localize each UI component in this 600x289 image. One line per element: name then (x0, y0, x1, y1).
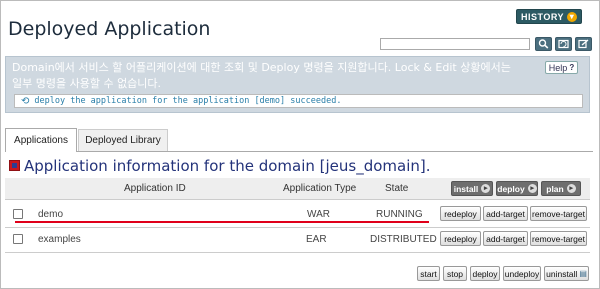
header-application-id: Application ID (124, 183, 186, 194)
help-label: Help (548, 62, 568, 73)
help-button[interactable]: Help ? (545, 61, 578, 74)
search-icon[interactable] (535, 37, 552, 51)
remove-target-button[interactable]: remove-target (530, 206, 587, 221)
highlight-underline (15, 221, 429, 223)
add-target-button[interactable]: add-target (483, 231, 528, 246)
header-state: State (385, 183, 409, 194)
row-divider (5, 199, 590, 200)
row-divider (5, 227, 590, 228)
plan-button[interactable]: plan ▸ (541, 181, 581, 196)
redeploy-button[interactable]: redeploy (440, 206, 481, 221)
page-title: Deployed Application (8, 18, 211, 40)
app-id-cell[interactable]: demo (38, 209, 63, 220)
plan-label: plan (546, 183, 564, 194)
tab-divider (5, 151, 593, 152)
status-message: deploy the application for the applicati… (34, 96, 342, 106)
deploy-header-label: deploy (497, 183, 525, 194)
info-text: Domain에서 서비스 할 어플리케이션에 대한 조회 및 Deploy 명령… (12, 61, 511, 90)
section-flag-icon (9, 160, 20, 171)
refresh-icon[interactable] (555, 37, 572, 51)
tab-deployed-library[interactable]: Deployed Library (78, 129, 168, 151)
row-checkbox-examples[interactable] (13, 234, 23, 244)
start-button[interactable]: start (417, 266, 440, 281)
search-input[interactable] (380, 38, 530, 50)
uninstall-label: uninstall (546, 268, 578, 279)
history-label: HISTORY (520, 11, 564, 22)
section-title: Application information for the domain [… (24, 157, 431, 175)
uninstall-icon: ▤ (579, 269, 587, 278)
question-icon: ? (569, 63, 575, 72)
deploy-header-button[interactable]: deploy ▸ (496, 181, 538, 196)
install-label: install (453, 183, 479, 194)
remove-target-button[interactable]: remove-target (530, 231, 587, 246)
plan-icon: ▸ (566, 184, 576, 193)
state-cell: RUNNING (376, 209, 423, 220)
uninstall-button[interactable]: uninstall ▤ (544, 266, 589, 281)
state-cell: DISTRIBUTED (370, 234, 437, 245)
redeploy-button[interactable]: redeploy (440, 231, 481, 246)
row-checkbox-demo[interactable] (13, 209, 23, 219)
install-button[interactable]: install ▸ (451, 181, 493, 196)
tab-applications[interactable]: Applications (5, 128, 77, 152)
deploy-button[interactable]: deploy (470, 266, 500, 281)
row-divider (5, 252, 590, 253)
edit-icon[interactable] (575, 37, 592, 51)
refresh-status-icon: ⟲ (21, 95, 30, 107)
app-type-cell: WAR (307, 209, 330, 220)
install-icon: ▸ (481, 184, 491, 193)
status-message-box: ⟲ deploy the application for the applica… (14, 94, 583, 108)
add-target-button[interactable]: add-target (483, 206, 528, 221)
app-type-cell: EAR (306, 234, 327, 245)
stop-button[interactable]: stop (443, 266, 467, 281)
undeploy-button[interactable]: undeploy (503, 266, 541, 281)
tab-active-gap (6, 151, 76, 152)
chevron-down-icon: ▾ (567, 11, 577, 22)
app-id-cell[interactable]: examples (38, 234, 81, 245)
deploy-icon: ▸ (527, 184, 537, 193)
history-button[interactable]: HISTORY ▾ (516, 9, 582, 24)
header-application-type: Application Type (283, 183, 357, 194)
